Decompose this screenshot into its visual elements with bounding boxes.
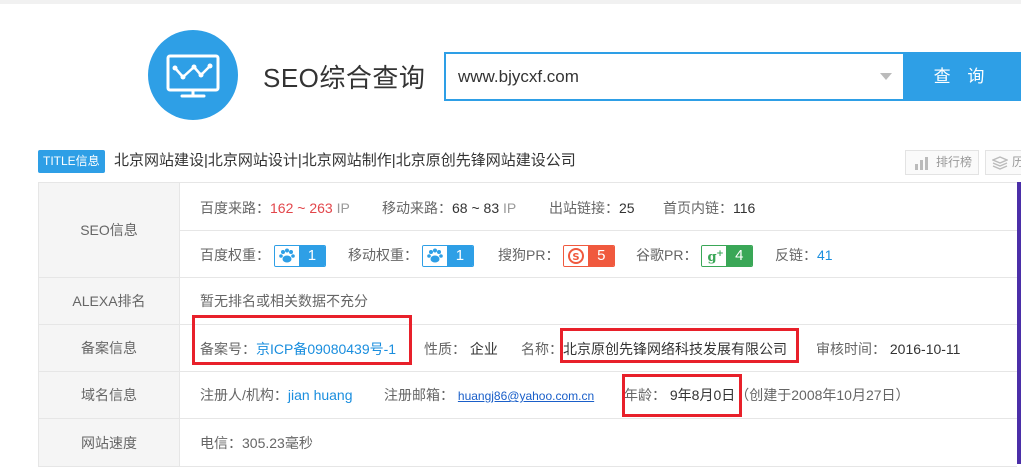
search-input[interactable] bbox=[458, 54, 868, 99]
highlight-domain-age bbox=[622, 374, 742, 417]
icp-row: 备案信息 备案号：京ICP备09080439号-1 性质： 企业 名称：北京原创… bbox=[38, 325, 1017, 372]
domain-row-label: 域名信息 bbox=[38, 372, 180, 418]
history-button-label: 历 bbox=[1012, 155, 1021, 169]
alexa-row: ALEXA排名 暂无排名或相关数据不充分 bbox=[38, 278, 1017, 325]
speed-row-label: 网站速度 bbox=[38, 419, 180, 466]
row-divider bbox=[180, 230, 1017, 231]
baidu-traffic: 百度来路：162 ~ 263 IP bbox=[200, 200, 350, 216]
baidu-paw-icon bbox=[279, 248, 295, 263]
domain-row: 域名信息 注册人/机构：jian huang 注册邮箱： huangj86@ya… bbox=[38, 372, 1017, 419]
ranking-button[interactable]: 排行榜 bbox=[905, 150, 979, 175]
baidu-weight: 百度权重： 1 bbox=[200, 244, 326, 268]
alexa-value: 暂无排名或相关数据不充分 bbox=[200, 293, 368, 309]
search-box[interactable] bbox=[444, 52, 904, 101]
title-badge: TITLE信息 bbox=[38, 150, 105, 173]
mobile-weight-badge[interactable]: 1 bbox=[421, 245, 474, 268]
baidu-paw-icon bbox=[427, 248, 443, 263]
app-title: SEO综合查询 bbox=[263, 63, 426, 93]
side-accent-bar bbox=[1017, 182, 1021, 464]
alexa-row-label: ALEXA排名 bbox=[38, 278, 180, 324]
search-button[interactable]: 查 询 bbox=[903, 52, 1021, 101]
mobile-traffic: 移动来路：68 ~ 83 IP bbox=[382, 200, 517, 216]
icp-row-label: 备案信息 bbox=[38, 325, 180, 371]
monitor-chart-logo-icon bbox=[148, 30, 238, 120]
svg-text:S: S bbox=[573, 252, 580, 263]
outbound-links: 出站链接：25 bbox=[549, 200, 635, 216]
sogou-pr-badge[interactable]: S 5 bbox=[563, 245, 616, 268]
email-link[interactable]: huangj86@yahoo.com.cn bbox=[458, 389, 594, 403]
svg-text:+: + bbox=[717, 249, 725, 259]
mobile-weight: 移动权重： 1 bbox=[348, 244, 474, 268]
sogou-pr: 搜狗PR： S 5 bbox=[498, 244, 616, 268]
stack-icon bbox=[992, 156, 1008, 170]
registrant-link[interactable]: jian huang bbox=[288, 387, 353, 403]
bar-chart-icon bbox=[915, 157, 928, 170]
seo-row: SEO信息 百度来路：162 ~ 263 IP 移动来路：68 ~ 83 IP … bbox=[38, 183, 1017, 278]
highlight-company-name bbox=[560, 328, 799, 363]
baidu-weight-badge[interactable]: 1 bbox=[273, 245, 326, 268]
google-pr: 谷歌PR： g + 4 bbox=[636, 244, 754, 268]
icp-audit-time: 审核时间： 2016-10-11 bbox=[816, 341, 961, 357]
backlinks-link[interactable]: 41 bbox=[817, 247, 833, 263]
domain-registrant: 注册人/机构：jian huang bbox=[200, 387, 353, 403]
ranking-button-label: 排行榜 bbox=[936, 155, 973, 169]
top-border bbox=[0, 0, 1021, 4]
highlight-icp-number bbox=[192, 315, 412, 365]
speed-value: 电信：305.23毫秒 bbox=[200, 435, 313, 451]
sogou-icon: S bbox=[568, 248, 585, 265]
domain-email: 注册邮箱： huangj86@yahoo.com.cn bbox=[384, 387, 595, 403]
speed-row: 网站速度 电信：305.23毫秒 bbox=[38, 419, 1017, 467]
backlinks: 反链：41 bbox=[775, 247, 833, 263]
homepage-internal-links: 首页内链：116 bbox=[663, 200, 756, 216]
google-pr-badge[interactable]: g + 4 bbox=[701, 245, 754, 268]
seo-row-label: SEO信息 bbox=[38, 183, 180, 277]
dropdown-caret-icon[interactable] bbox=[880, 73, 892, 80]
icp-nature: 性质： 企业 bbox=[424, 341, 498, 357]
seo-info-table: SEO信息 百度来路：162 ~ 263 IP 移动来路：68 ~ 83 IP … bbox=[38, 182, 1021, 468]
history-button[interactable]: 历 bbox=[985, 150, 1021, 175]
page-title-info: 北京网站建设|北京网站设计|北京网站制作|北京原创先锋网站建设公司 bbox=[114, 152, 576, 169]
svg-text:g: g bbox=[708, 250, 717, 265]
google-plus-icon: g + bbox=[708, 249, 725, 265]
